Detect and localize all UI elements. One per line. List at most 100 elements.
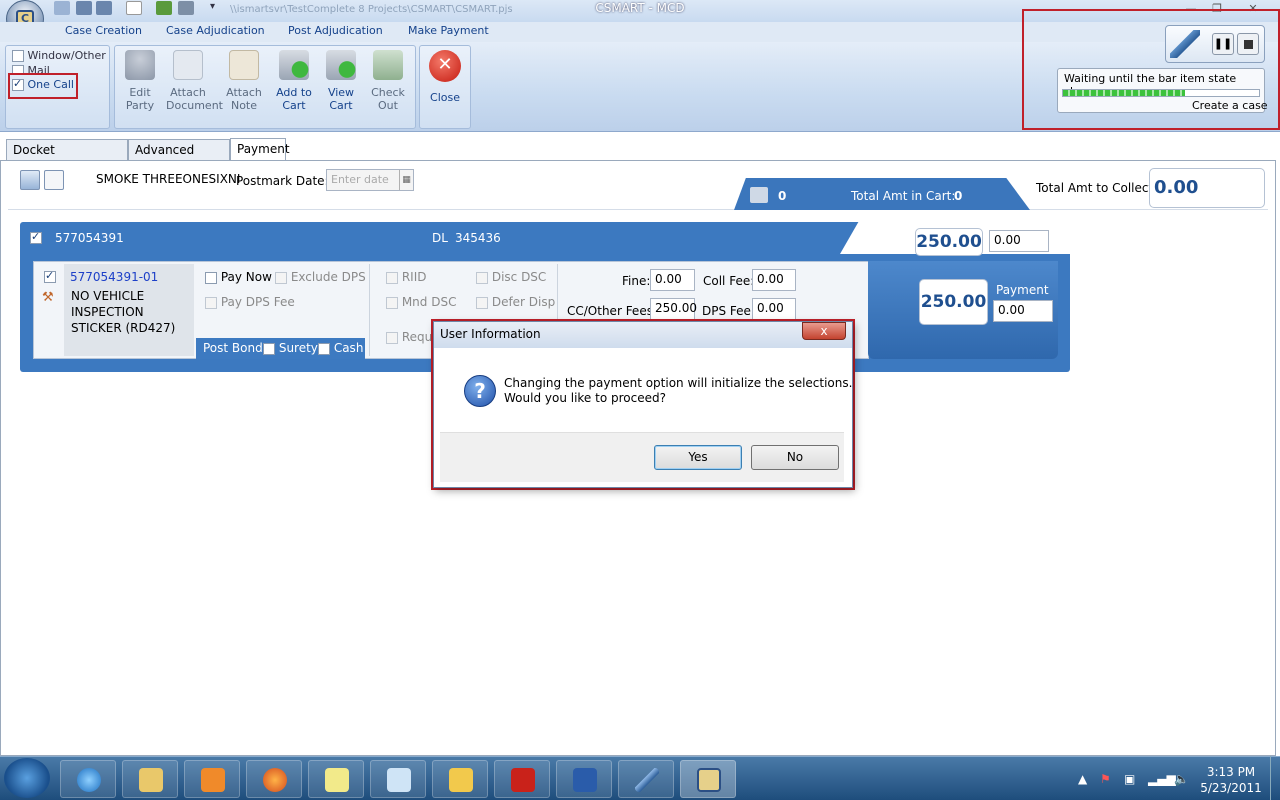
app-logo-icon: [697, 768, 721, 792]
exclude-dps-checkbox[interactable]: [275, 271, 287, 284]
dl-label: DL: [432, 231, 448, 245]
pause-button[interactable]: ❚❚: [1212, 33, 1234, 55]
case-number: 577054391: [55, 231, 124, 245]
payment-label: Payment: [996, 283, 1049, 297]
taskbar-explorer[interactable]: [122, 760, 178, 798]
defer-disp-option[interactable]: Defer Disp: [476, 295, 555, 309]
taskbar-outlook[interactable]: [432, 760, 488, 798]
tab-advanced-search[interactable]: Advanced Search: [128, 139, 230, 177]
taskbar-sticky-notes[interactable]: [308, 760, 364, 798]
fine-input[interactable]: 0.00: [650, 269, 695, 291]
check-out-button[interactable]: Check Out: [366, 50, 410, 112]
riid-option[interactable]: RIID: [386, 270, 426, 284]
device-icon[interactable]: ▣: [1124, 772, 1135, 786]
taskbar-firefox[interactable]: [246, 760, 302, 798]
disc-dsc-option[interactable]: Disc DSC: [476, 270, 546, 284]
search-icon[interactable]: [54, 1, 70, 15]
checkbox-checked[interactable]: [12, 77, 24, 91]
taskbar-notepad[interactable]: [370, 760, 426, 798]
postmark-date-label: Postmark Date:: [236, 174, 329, 188]
cart-add-icon: [279, 50, 309, 80]
cc-fees-input[interactable]: 250.00: [650, 298, 697, 320]
save-icon[interactable]: [76, 1, 92, 15]
tab-case-creation[interactable]: Case Creation: [65, 24, 142, 37]
note-icon: [229, 50, 259, 80]
option-window-other[interactable]: Window/Other: [12, 49, 106, 62]
surety-option[interactable]: Surety: [263, 341, 318, 355]
tab-docket-management[interactable]: Docket Management: [6, 139, 128, 177]
defer-disp-checkbox[interactable]: [476, 296, 488, 309]
pay-dps-fee-checkbox[interactable]: [205, 296, 217, 309]
new-document-icon[interactable]: [126, 1, 142, 15]
pause-icon: ❚❚: [1213, 37, 1233, 50]
edit-party-button[interactable]: Edit Party: [118, 50, 162, 112]
riid-checkbox[interactable]: [386, 271, 398, 284]
taskbar-media-player[interactable]: [184, 760, 240, 798]
export-icon[interactable]: [156, 1, 172, 15]
cash-option[interactable]: Cash: [318, 341, 363, 355]
refresh-icon[interactable]: [20, 170, 40, 190]
internet-explorer-icon: [77, 768, 101, 792]
tray-expand-icon[interactable]: ▲: [1078, 772, 1087, 786]
gavel-icon[interactable]: ⚒: [42, 290, 58, 305]
close-button[interactable]: ✕ Close: [423, 50, 467, 104]
save-all-icon[interactable]: [96, 1, 112, 15]
network-icon[interactable]: ▂▄▆: [1148, 772, 1176, 786]
show-desktop-button[interactable]: [1270, 756, 1280, 800]
tab-payment[interactable]: Payment: [230, 138, 290, 161]
print-icon[interactable]: [178, 1, 194, 15]
surety-checkbox[interactable]: [263, 342, 275, 355]
fine-label: Fine:: [622, 274, 651, 288]
yes-button[interactable]: Yes: [654, 445, 742, 470]
calendar-icon[interactable]: ▦: [399, 170, 413, 190]
attach-document-button[interactable]: Attach Document: [166, 50, 223, 112]
pay-dps-fee-option[interactable]: Pay DPS Fee: [205, 295, 295, 309]
case-select-checkbox[interactable]: [30, 230, 42, 244]
taskbar-csmart[interactable]: [680, 760, 736, 798]
notes-icon[interactable]: [44, 170, 64, 190]
citation-number[interactable]: 577054391-01: [70, 270, 158, 284]
mnd-dsc-checkbox[interactable]: [386, 296, 398, 309]
dialog-close-button[interactable]: x: [802, 322, 846, 340]
sticky-notes-icon: [325, 768, 349, 792]
outlook-icon: [449, 768, 473, 792]
tab-post-adjudication[interactable]: Post Adjudication: [288, 24, 383, 37]
taskbar-word[interactable]: [556, 760, 612, 798]
no-button[interactable]: No: [751, 445, 839, 470]
start-button[interactable]: [4, 758, 50, 798]
media-player-icon: [201, 768, 225, 792]
view-cart-button[interactable]: View Cart: [319, 50, 363, 112]
taskbar-internet-explorer[interactable]: [60, 760, 116, 798]
dialog-message-line1: Changing the payment option will initial…: [504, 376, 853, 390]
pay-now-checkbox[interactable]: [205, 271, 217, 284]
cc-fees-label: CC/Other Fees:: [567, 304, 657, 318]
coll-fee-input[interactable]: 0.00: [752, 269, 796, 291]
attach-note-button[interactable]: Attach Note: [222, 50, 266, 112]
option-one-call[interactable]: One Call: [12, 77, 74, 91]
add-to-cart-button[interactable]: Add to Cart: [272, 50, 316, 112]
citation-payment-input[interactable]: 0.00: [993, 300, 1053, 322]
tab-make-payment[interactable]: Make Payment: [408, 24, 489, 37]
checkbox[interactable]: [12, 50, 24, 62]
cart-icon[interactable]: [750, 187, 768, 203]
cash-checkbox[interactable]: [318, 342, 330, 355]
tab-case-adjudication[interactable]: Case Adjudication: [166, 24, 265, 37]
exclude-dps-option[interactable]: Exclude DPS: [275, 270, 366, 284]
stop-button[interactable]: [1237, 33, 1259, 55]
mnd-dsc-option[interactable]: Mnd DSC: [386, 295, 456, 309]
required-checkbox[interactable]: [386, 331, 398, 344]
case-payment-input[interactable]: 0.00: [989, 230, 1049, 252]
customize-toolbar-icon[interactable]: ▾: [210, 1, 215, 12]
taskbar-acrobat[interactable]: [494, 760, 550, 798]
citation-select-checkbox[interactable]: [44, 269, 56, 283]
taskbar-testcomplete[interactable]: [618, 760, 674, 798]
disc-dsc-checkbox[interactable]: [476, 271, 488, 284]
volume-icon[interactable]: 🔈: [1174, 772, 1189, 786]
dps-fee-input[interactable]: 0.00: [752, 298, 796, 320]
pay-now-option[interactable]: Pay Now: [205, 270, 272, 284]
clock[interactable]: 3:13 PM 5/23/2011: [1196, 764, 1266, 796]
post-bond-label: Post Bond:: [203, 341, 267, 355]
required-option[interactable]: Requ: [386, 330, 432, 344]
total-in-cart-label: Total Amt in Cart:: [851, 189, 956, 203]
action-center-icon[interactable]: ⚑: [1100, 772, 1111, 786]
